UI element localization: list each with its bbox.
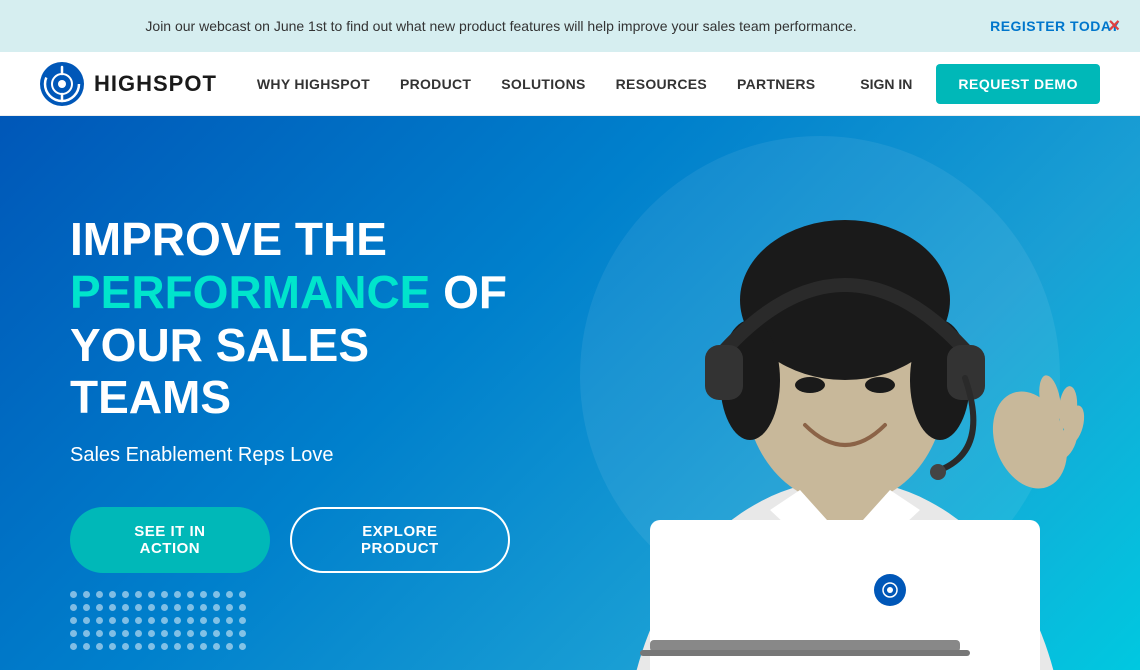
banner-text: Join our webcast on June 1st to find out… [20, 18, 982, 34]
sign-in-link[interactable]: SIGN IN [860, 76, 912, 92]
dots-decoration: // Generate dots const dotsContainer = d… [70, 591, 250, 650]
hero-buttons: SEE IT IN ACTION EXPLORE PRODUCT [70, 507, 510, 573]
hero-headline-line1: IMPROVE THE [70, 213, 387, 265]
logo-text: HIGHSPOT [94, 71, 217, 97]
see-it-action-button[interactable]: SEE IT IN ACTION [70, 507, 270, 573]
announcement-banner: Join our webcast on June 1st to find out… [0, 0, 1140, 52]
nav-item-resources[interactable]: RESOURCES [616, 76, 707, 92]
logo[interactable]: HIGHSPOT [40, 62, 217, 106]
explore-product-button[interactable]: EXPLORE PRODUCT [290, 507, 510, 573]
nav-item-solutions[interactable]: SOLUTIONS [501, 76, 585, 92]
close-banner-button[interactable]: × [1108, 16, 1120, 36]
nav-item-partners[interactable]: PARTNERS [737, 76, 815, 92]
request-demo-button[interactable]: REQUEST DEMO [936, 64, 1100, 104]
register-today-link[interactable]: REGISTER TODAY [990, 18, 1120, 34]
hero-headline-of: OF [443, 266, 507, 318]
nav-right: SIGN IN REQUEST DEMO [860, 64, 1100, 104]
hero-headline: IMPROVE THE PERFORMANCE OF YOUR SALES TE… [70, 213, 510, 425]
logo-icon [40, 62, 84, 106]
navbar: HIGHSPOT WHY HIGHSPOT PRODUCT SOLUTIONS … [0, 52, 1140, 116]
nav-links: WHY HIGHSPOT PRODUCT SOLUTIONS RESOURCES… [257, 76, 860, 92]
hero-content: IMPROVE THE PERFORMANCE OF YOUR SALES TE… [0, 153, 580, 634]
nav-item-why-highspot[interactable]: WHY HIGHSPOT [257, 76, 370, 92]
hero-headline-line2: YOUR SALES TEAMS [70, 319, 369, 424]
hero-subheadline: Sales Enablement Reps Love [70, 444, 510, 467]
hero-image-area [520, 116, 1140, 670]
nav-item-product[interactable]: PRODUCT [400, 76, 471, 92]
hero-section: IMPROVE THE PERFORMANCE OF YOUR SALES TE… [0, 116, 1140, 670]
hero-person-image [550, 160, 1140, 670]
hero-headline-highlight: PERFORMANCE [70, 266, 430, 318]
